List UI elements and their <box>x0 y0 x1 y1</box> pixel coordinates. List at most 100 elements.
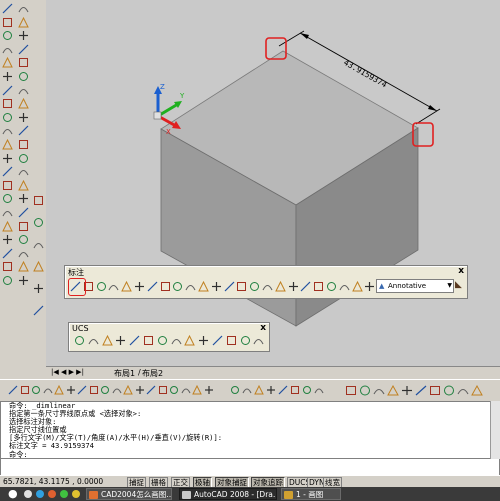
draw-tool-icon[interactable] <box>2 125 13 136</box>
dimstyle-select[interactable]: ▲ Annotative ▼ <box>376 279 454 293</box>
modify-tool-icon[interactable] <box>18 179 29 191</box>
quicklaunch-icon[interactable] <box>72 490 80 498</box>
ucs-tool-icon[interactable] <box>143 335 154 346</box>
draw-tool-icon[interactable] <box>2 138 13 150</box>
modify-tool-icon[interactable] <box>18 221 29 232</box>
ucs-toolbar-close-button[interactable]: x <box>260 323 266 333</box>
apple-icon[interactable]: ● <box>8 487 18 500</box>
modify-tool-icon[interactable] <box>18 207 29 218</box>
modify-tool-icon[interactable] <box>18 139 29 150</box>
quicklaunch-icon[interactable] <box>24 490 32 498</box>
snap-tool-icon[interactable] <box>89 385 99 395</box>
quicklaunch-icon[interactable] <box>36 490 44 498</box>
dimension-tool-icon[interactable] <box>262 281 273 292</box>
view-tool-icon[interactable] <box>266 385 276 395</box>
render-tool-icon[interactable] <box>471 384 483 396</box>
snap-tool-icon[interactable] <box>123 384 133 395</box>
dimension-tool-icon[interactable] <box>274 280 286 292</box>
snap-tool-icon[interactable] <box>8 385 18 395</box>
snap-tool-icon[interactable] <box>31 385 41 395</box>
ucs-tool-icon[interactable] <box>240 335 251 346</box>
draw-tool-icon[interactable] <box>2 248 13 259</box>
dimension-toolbar-close-button[interactable]: x <box>458 266 464 276</box>
draw-tool-icon[interactable] <box>2 166 13 177</box>
snap-tool-icon[interactable] <box>100 385 110 395</box>
dimension-tool-icon[interactable] <box>326 281 337 292</box>
snap-tool-icon[interactable] <box>43 385 53 395</box>
modify-tool-icon[interactable] <box>18 193 29 204</box>
dimension-toolbar[interactable]: 标注 x ▲ Annotative ▼ ◣ <box>64 265 468 299</box>
draw-tool-icon[interactable] <box>2 44 13 55</box>
snap-tool-icon[interactable] <box>169 385 179 395</box>
draw-tool-icon[interactable] <box>2 57 13 68</box>
snap-tool-icon[interactable] <box>66 385 76 395</box>
tab-layout1[interactable]: 布局1 <box>114 368 135 379</box>
dimension-tool-icon[interactable] <box>160 281 171 292</box>
draw-tool-icon[interactable] <box>2 98 13 109</box>
snap-tool-icon[interactable] <box>158 385 168 395</box>
modify-tool-icon[interactable] <box>18 85 29 96</box>
render-tool-icon[interactable] <box>443 385 455 396</box>
dimension-tool-icon[interactable] <box>249 281 260 292</box>
modify-tool-icon[interactable] <box>18 234 29 245</box>
modify-tool-icon[interactable] <box>18 16 29 28</box>
modify-tool-icon[interactable] <box>18 125 29 136</box>
dimstyle-button[interactable]: ◣ <box>455 279 465 291</box>
dimension-tool-icon[interactable] <box>134 281 145 292</box>
command-input-line[interactable] <box>0 459 500 475</box>
draw-tool-icon[interactable] <box>2 220 13 232</box>
ucs-tool-icon[interactable] <box>226 335 237 346</box>
view-tool-icon[interactable] <box>242 385 252 395</box>
snap-tool-icon[interactable] <box>192 384 202 395</box>
ucs-toolbar[interactable]: UCS x <box>68 322 270 352</box>
snap-tool-icon[interactable] <box>77 385 87 395</box>
dimension-tool-icon[interactable] <box>288 281 299 292</box>
view-tool-icon[interactable] <box>290 385 300 395</box>
draw-tool-icon[interactable] <box>2 234 13 245</box>
snap-tool-icon[interactable] <box>112 385 122 395</box>
draw-tool-icon[interactable] <box>2 112 13 123</box>
dimension-tool-icon[interactable] <box>364 281 375 292</box>
draw-tool-icon[interactable] <box>2 193 13 204</box>
render-tool-icon[interactable] <box>345 385 357 396</box>
snap-tool-icon[interactable] <box>135 385 145 395</box>
modify-tool-icon[interactable] <box>18 112 29 123</box>
ucs-tool-icon[interactable] <box>212 335 223 346</box>
modify-tool-icon[interactable] <box>18 30 29 41</box>
ucs-tool-icon[interactable] <box>74 335 85 346</box>
taskbar-item-autocad[interactable]: AutoCAD 2008 - [Dra… <box>179 488 277 500</box>
extra-tool-icon[interactable] <box>33 239 44 250</box>
ucs-tool-icon[interactable] <box>157 335 168 346</box>
dimension-tool-icon[interactable] <box>96 281 107 292</box>
tab-layout2[interactable]: 布局2 <box>142 368 163 379</box>
modify-tool-icon[interactable] <box>18 71 29 82</box>
view-tool-icon[interactable] <box>302 385 312 395</box>
draw-tool-icon[interactable] <box>2 30 13 41</box>
command-window[interactable]: 命令: _dimlinear 指定第一条尺寸界线原点或 <选择对象>: 选择标注对象… <box>0 401 496 459</box>
draw-tool-icon[interactable] <box>2 180 13 191</box>
modify-tool-icon[interactable] <box>18 166 29 177</box>
draw-tool-icon[interactable] <box>2 17 13 28</box>
extra-tool-icon[interactable] <box>33 217 44 228</box>
draw-tool-icon[interactable] <box>2 153 13 164</box>
render-tool-icon[interactable] <box>429 385 441 396</box>
dimension-tool-icon[interactable] <box>172 281 183 292</box>
view-tool-icon[interactable] <box>230 385 240 395</box>
dimension-tool-icon[interactable] <box>351 280 363 292</box>
modify-tool-icon[interactable] <box>18 57 29 68</box>
modify-tool-icon[interactable] <box>18 153 29 164</box>
dimension-tool-icon[interactable] <box>198 280 209 292</box>
draw-tool-icon[interactable] <box>2 3 13 14</box>
ucs-tool-icon[interactable] <box>129 335 140 346</box>
modify-tool-icon[interactable] <box>18 44 29 55</box>
modify-tool-icon[interactable] <box>18 248 29 259</box>
snap-tool-icon[interactable] <box>181 385 191 395</box>
extra-tool-icon[interactable] <box>33 260 44 272</box>
modify-tool-icon[interactable] <box>18 261 29 272</box>
dimension-tool-icon[interactable] <box>185 281 196 292</box>
ucs-tool-icon[interactable] <box>88 335 99 346</box>
render-tool-icon[interactable] <box>359 385 371 396</box>
quicklaunch-icon[interactable] <box>48 490 56 498</box>
snap-tool-icon[interactable] <box>54 384 64 395</box>
draw-tool-icon[interactable] <box>2 71 13 82</box>
